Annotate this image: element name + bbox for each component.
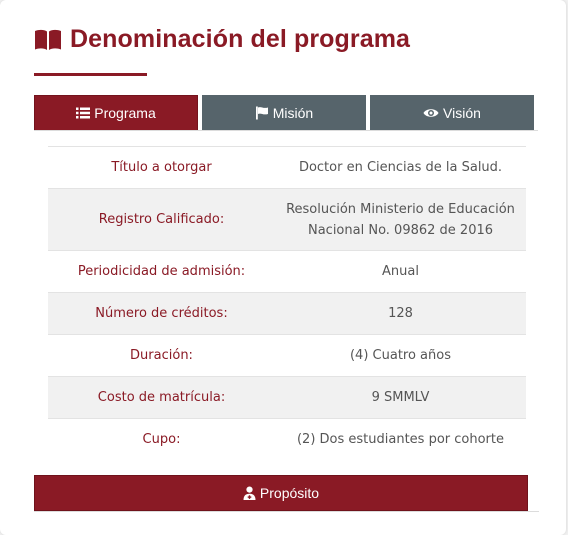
table-row: Duración: (4) Cuatro años [48,334,526,377]
row-value: Resolución Ministerio de Educación Nacio… [275,188,526,251]
row-label: Número de créditos: [48,292,275,335]
bottom-divider [34,511,539,512]
table-row: Número de créditos: 128 [48,292,526,335]
table-row: Título a otorgar Doctor en Ciencias de l… [48,146,526,189]
table-row: Cupo: (2) Dos estudiantes por cohorte [48,418,526,461]
tab-label: Misión [272,105,314,121]
book-open-icon [35,29,61,50]
row-label: Registro Calificado: [48,188,275,251]
row-label: Periodicidad de admisión: [48,250,275,293]
page-title: Denominación del programa [70,25,411,53]
section-header: Denominación del programa [34,25,410,54]
proposito-button[interactable]: Propósito [34,475,528,511]
row-value-line: Nacional No. 09862 de 2016 [307,222,494,238]
tab-bar: Programa Misión Visión [34,95,536,131]
row-value-line: Resolución Ministerio de Educación [286,201,515,217]
program-card: Denominación del programa Programa Misió… [0,0,566,535]
tabs-divider [34,130,538,131]
row-label: Cupo: [48,418,275,461]
proposito-label: Propósito [259,485,320,501]
user-doctor-icon [243,486,256,500]
eye-icon [423,107,439,119]
row-value: (2) Dos estudiantes por cohorte [275,418,526,461]
list-icon [76,107,91,119]
flag-icon [255,106,269,120]
tab-programa[interactable]: Programa [34,95,198,131]
table-row: Periodicidad de admisión: Anual [48,250,526,293]
row-value: 128 [275,292,526,335]
row-value: 9 SMMLV [275,376,526,419]
row-label: Duración: [48,334,275,377]
row-value: Doctor en Ciencias de la Salud. [275,146,526,189]
program-info-table: Título a otorgar Doctor en Ciencias de l… [48,146,526,461]
row-label: Título a otorgar [48,146,275,189]
title-underline [34,73,147,76]
tab-label: Visión [443,105,481,121]
tab-vision[interactable]: Visión [370,95,534,131]
row-value: Anual [275,250,526,293]
tab-mision[interactable]: Misión [202,95,366,131]
tab-label: Programa [94,105,156,121]
row-value: (4) Cuatro años [275,334,526,377]
row-label: Costo de matrícula: [48,376,275,419]
table-row: Costo de matrícula: 9 SMMLV [48,376,526,419]
table-row: Registro Calificado: Resolución Minister… [48,188,526,251]
